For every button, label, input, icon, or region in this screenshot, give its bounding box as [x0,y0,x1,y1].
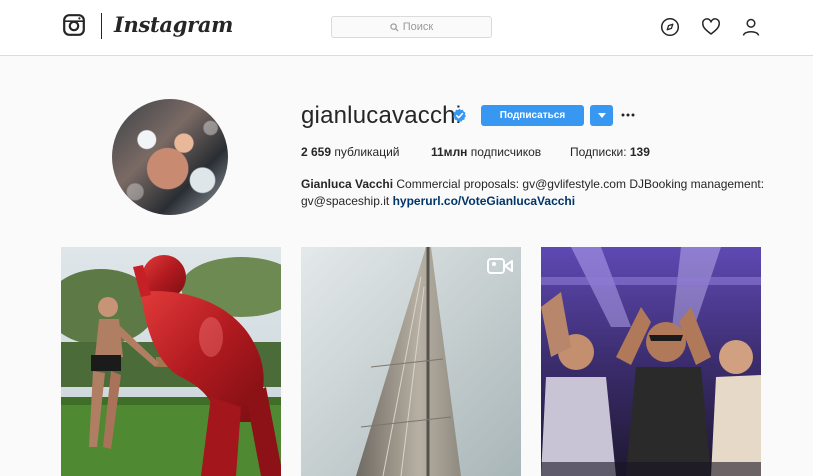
search-input[interactable]: Поиск [331,16,492,38]
profile-avatar[interactable] [112,99,228,215]
post-thumbnail-2[interactable] [301,247,521,476]
instagram-glyph-icon[interactable] [63,14,85,36]
post-image-statue [61,247,281,476]
instagram-wordmark[interactable]: Instagram [114,12,233,37]
logo-divider [101,13,102,39]
caret-down-icon [597,113,606,118]
search-placeholder: Поиск [402,21,434,33]
posts-count-stat: 2 659 публикаций [301,145,400,159]
post-thumbnail-1[interactable] [61,247,281,476]
following-stat[interactable]: Подписки: 139 [570,145,650,159]
followers-label: подписчиков [470,145,542,159]
followers-count: 11млн [431,145,468,159]
more-options-button[interactable] [620,107,636,123]
followers-stat[interactable]: 11млн подписчиков [431,145,541,159]
following-label: Подписки: [570,145,627,159]
person-icon[interactable] [741,17,761,37]
following-count: 139 [629,145,650,159]
search-icon [390,22,399,32]
bio-link[interactable]: hyperurl.co/VoteGianlucaVacchi [393,194,576,208]
profile-username: gianlucavacchi [301,102,462,129]
verified-badge-icon [453,108,466,122]
compass-icon[interactable] [660,17,680,37]
top-navigation-bar: Instagram Поиск [0,0,813,56]
suggestions-dropdown-button[interactable] [590,105,613,126]
profile-bio: Gianluca Vacchi Commercial proposals: gv… [301,176,771,210]
post-image-sail [301,247,521,476]
follow-button[interactable]: Подписаться [481,105,584,126]
bio-full-name: Gianluca Vacchi [301,177,394,191]
post-image-party [541,247,761,476]
post-thumbnail-3[interactable] [541,247,761,476]
heart-icon[interactable] [701,17,721,37]
posts-count-label: публикаций [334,145,400,159]
ellipsis-icon [621,113,635,117]
posts-count: 2 659 [301,145,332,159]
video-camera-icon [487,258,513,274]
